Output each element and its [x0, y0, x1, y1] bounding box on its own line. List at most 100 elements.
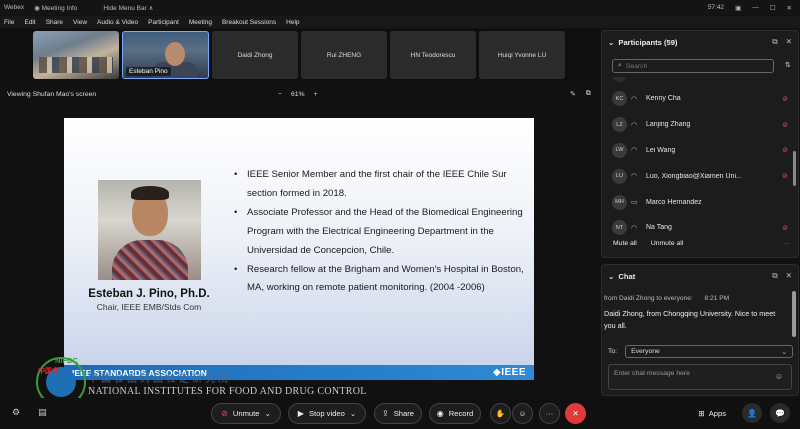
participant-name: Luo, Xiongbiao@Xiamen Uni...: [646, 172, 742, 180]
avatar: [612, 77, 627, 82]
chat-scrollbar[interactable]: [792, 291, 796, 337]
speaker-face: [165, 42, 185, 66]
sort-icon[interactable]: ⇅: [785, 61, 791, 69]
zoom-in-button[interactable]: +: [314, 91, 318, 98]
muted-mic-icon[interactable]: ⊘: [780, 224, 790, 232]
slide-bullet: IEEE Senior Member and the first chair o…: [234, 166, 524, 204]
popout-icon[interactable]: ⧉: [772, 271, 777, 281]
video-tile-esteban-pino[interactable]: Esteban Pino: [122, 31, 209, 79]
video-tile-room[interactable]: [33, 31, 119, 79]
chevron-down-icon[interactable]: ⌄: [350, 409, 356, 418]
share-info-bar: Viewing Shufan Mao's screen − 61% + ✎ ⧉: [0, 86, 600, 102]
participant-row[interactable]: KC ◠ Kenny Cha ⊘: [602, 86, 792, 112]
menu-edit[interactable]: Edit: [24, 19, 35, 26]
video-tile-huiqi-yvonne-lu[interactable]: Huiqi Yvonne LU: [479, 31, 565, 79]
menu-share[interactable]: Share: [46, 19, 63, 26]
participant-row[interactable]: MH ▭ Marco Hernandez: [602, 189, 792, 215]
slide-bullet: Research fellow at the Brigham and Women…: [234, 261, 524, 299]
logo-text: NIFDC: [55, 356, 78, 365]
menu-view[interactable]: View: [73, 19, 87, 26]
chat-input[interactable]: [614, 370, 764, 377]
record-button[interactable]: ◉ Record: [429, 403, 481, 424]
stop-video-button[interactable]: ▶ Stop video ⌄: [288, 403, 366, 424]
menu-file[interactable]: File: [4, 19, 14, 26]
viewing-label: Viewing Shufan Mao's screen: [7, 90, 97, 98]
chevron-down-icon[interactable]: ⌄: [264, 409, 270, 418]
muted-mic-icon[interactable]: ⊘: [780, 172, 790, 180]
menu-participant[interactable]: Participant: [148, 19, 179, 26]
video-tile-hn-teodorescu[interactable]: HN Teodorescu: [390, 31, 476, 79]
minimize-icon[interactable]: —: [752, 4, 759, 11]
audio-icon: ◠: [631, 224, 638, 232]
menu-breakout-sessions[interactable]: Breakout Sessions: [222, 19, 276, 26]
apps-label: Apps: [708, 408, 726, 418]
participant-row-partial: [612, 77, 782, 82]
share-button[interactable]: ⇪ Share: [374, 403, 422, 424]
annotate-icon[interactable]: ✎: [570, 90, 576, 98]
video-tile-name: Daidi Zhong: [237, 51, 273, 59]
share-label: Share: [393, 409, 414, 418]
close-icon[interactable]: ✕: [786, 37, 792, 47]
popout-icon[interactable]: ⧉: [772, 37, 777, 47]
more-options-button[interactable]: ···: [783, 240, 790, 247]
grid-icon[interactable]: ▣: [735, 4, 741, 12]
chevron-down-icon[interactable]: ⌄: [608, 272, 614, 281]
search-input[interactable]: [625, 62, 756, 70]
leave-button[interactable]: ✕: [565, 403, 586, 424]
captions-icon[interactable]: ▤: [38, 407, 47, 418]
reactions-button[interactable]: ☺: [512, 403, 533, 424]
video-tile-rui-zheng[interactable]: Rui ZHENG: [301, 31, 387, 79]
menu-meeting[interactable]: Meeting: [189, 19, 212, 26]
menu-help[interactable]: Help: [286, 19, 299, 26]
maximize-icon[interactable]: ☐: [770, 4, 776, 12]
chevron-down-icon: ⌄: [781, 348, 788, 356]
close-icon[interactable]: ✕: [786, 271, 792, 281]
chat-toggle-icon[interactable]: 💬: [770, 403, 790, 423]
zoom-controls: − 61% +: [278, 91, 318, 98]
chat-sender: from Daidi Zhong to everyone:: [604, 295, 693, 302]
hide-menu-bar-button[interactable]: Hide Menu Bar ∧: [103, 4, 153, 12]
participant-row[interactable]: LW ◠ Lei Wang ⊘: [602, 138, 792, 164]
participants-scrollbar[interactable]: [793, 151, 796, 186]
muted-mic-icon[interactable]: ⊘: [780, 121, 790, 129]
participant-row[interactable]: LU ◠ Luo, Xiongbiao@Xiamen Uni... ⊘: [602, 163, 792, 189]
video-tile-daidi-zhong[interactable]: Daidi Zhong: [212, 31, 298, 79]
raise-hand-button[interactable]: ✋: [490, 403, 511, 424]
share-icon: ⇪: [382, 409, 389, 418]
webex-logo-label: Webex: [4, 4, 25, 11]
left-controls: ⚙ ▤: [12, 407, 47, 418]
close-icon[interactable]: ✕: [787, 4, 792, 12]
chat-input-box[interactable]: ☺: [608, 364, 792, 390]
avatar: NT: [612, 220, 627, 236]
emoji-icon[interactable]: ☺: [775, 372, 783, 381]
popout-icon[interactable]: ⧉: [586, 90, 591, 98]
recipient-select[interactable]: Everyone ⌄: [625, 345, 794, 358]
unmute-all-button[interactable]: Unmute all: [651, 240, 684, 247]
participant-actions: Mute all Unmute all ···: [613, 240, 790, 247]
apps-button[interactable]: ⊞ Apps: [698, 409, 726, 418]
chat-time: 8:21 PM: [704, 295, 730, 302]
zoom-level: 61%: [290, 90, 305, 98]
muted-mic-icon[interactable]: ⊘: [780, 95, 790, 103]
zoom-out-button[interactable]: −: [278, 91, 282, 98]
settings-icon[interactable]: ⚙: [12, 407, 20, 418]
video-tile-name: Huiqi Yvonne LU: [497, 51, 547, 59]
more-button[interactable]: ···: [539, 403, 560, 424]
menu-audio-video[interactable]: Audio & Video: [97, 19, 138, 26]
video-tile-name: Esteban Pino: [126, 67, 171, 76]
participants-toggle-icon[interactable]: 👤: [742, 403, 762, 423]
to-label: To:: [608, 348, 618, 355]
meeting-timer: 57:42: [707, 4, 725, 11]
chevron-down-icon[interactable]: ⌄: [608, 38, 614, 47]
hand-icon: ✋: [495, 409, 506, 418]
slide-bullets: IEEE Senior Member and the first chair o…: [234, 166, 524, 298]
participant-search[interactable]: ⌕: [612, 59, 774, 73]
mute-all-button[interactable]: Mute all: [613, 240, 637, 247]
muted-mic-icon[interactable]: ⊘: [780, 146, 790, 154]
title-bar: Webex ◉ Meeting Info Hide Menu Bar ∧ 57:…: [0, 0, 800, 15]
meeting-info-button[interactable]: ◉ Meeting Info: [34, 4, 77, 12]
participant-name: Lanjing Zhang: [646, 121, 691, 129]
unmute-button[interactable]: ⊘ Unmute ⌄: [211, 403, 281, 424]
participant-row[interactable]: LZ ◠ Lanjing Zhang ⊘: [602, 112, 792, 138]
participant-row[interactable]: NT ◠ Na Tang ⊘: [602, 215, 792, 241]
